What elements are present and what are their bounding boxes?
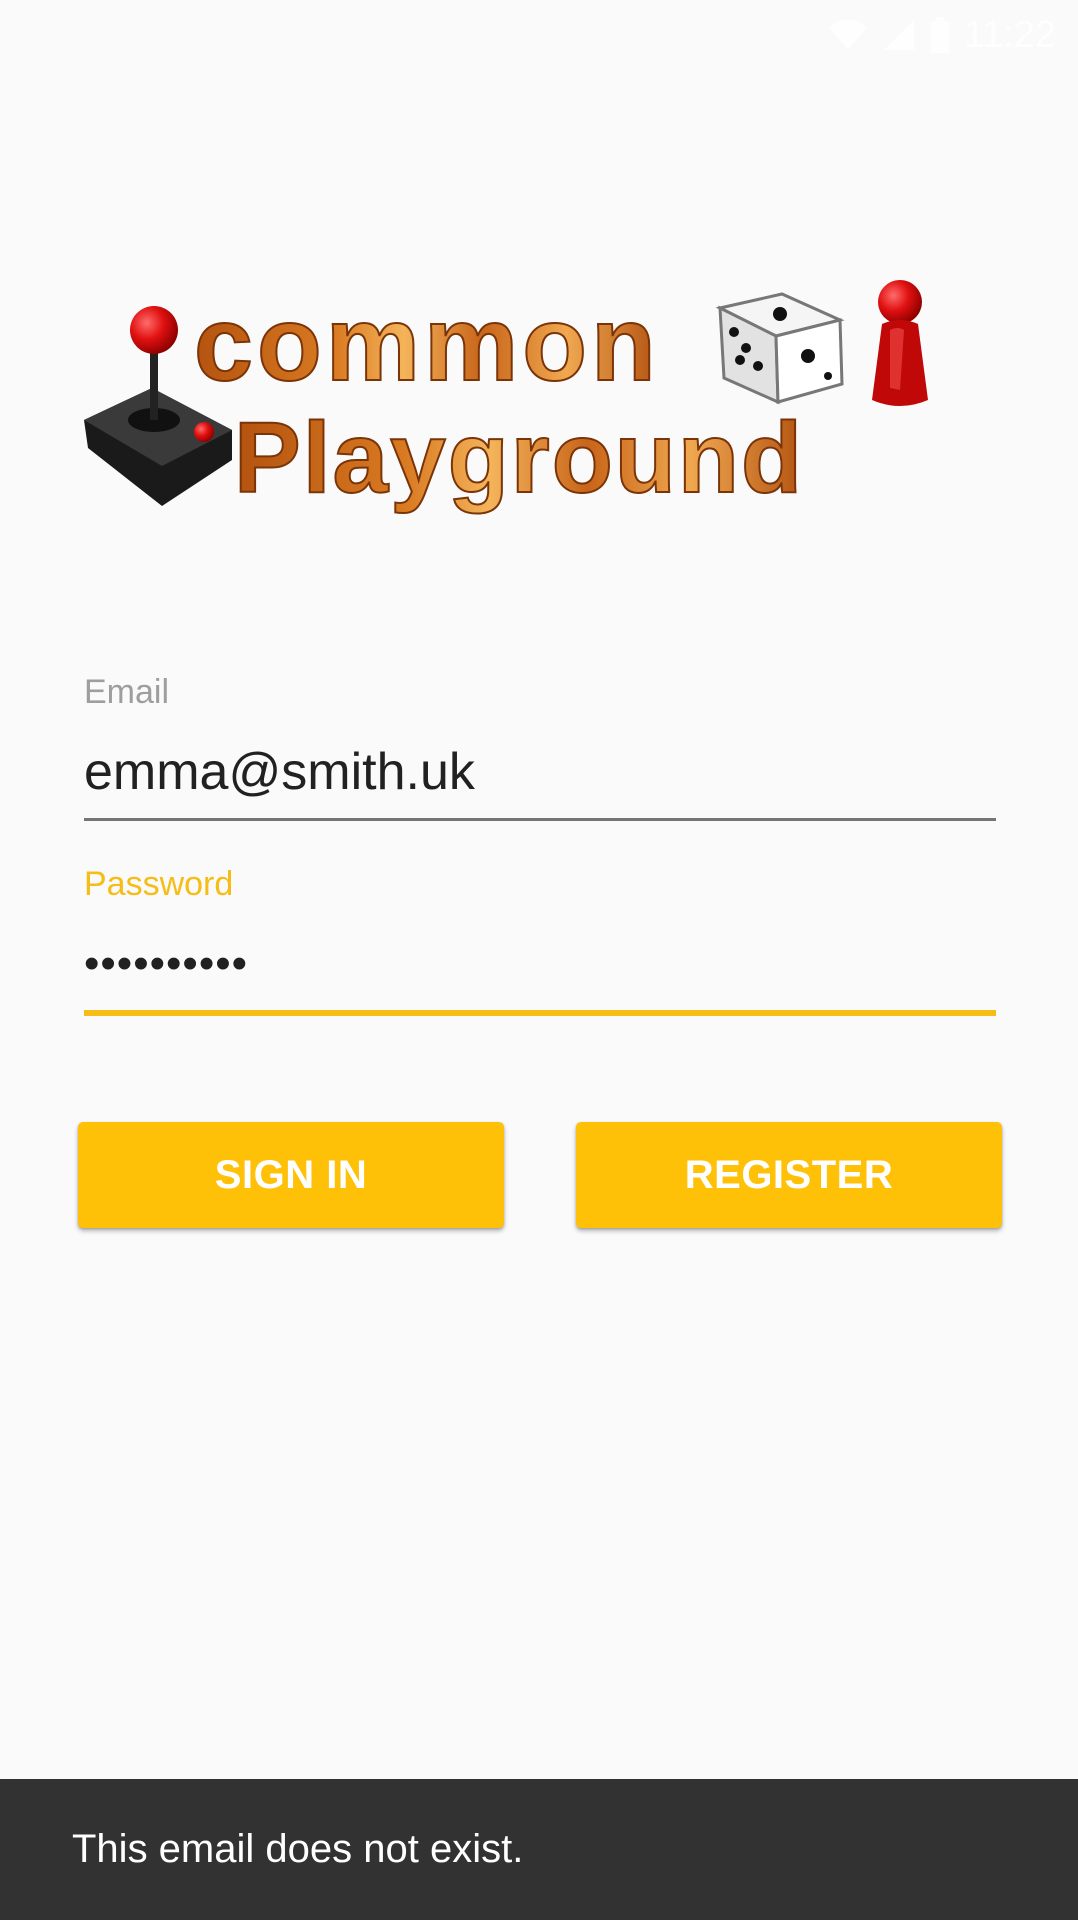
app-logo: common Playground [82,270,982,520]
email-field[interactable]: Email emma@smith.uk [84,672,996,821]
dice-icon [715,292,845,405]
status-icons: 11:22 [828,12,1056,58]
logo-text-line1: common [194,285,660,403]
sign-in-button[interactable]: SIGN IN [78,1122,504,1228]
signal-icon [882,18,916,52]
password-field[interactable]: Password •••••••••• [84,864,996,1016]
password-underline [84,1010,996,1016]
game-pawn-icon [872,280,928,406]
email-underline [84,818,996,821]
password-input[interactable]: •••••••••• [84,932,996,996]
logo-text-line2: Playground [234,402,804,514]
wifi-icon [828,18,868,52]
email-input[interactable]: emma@smith.uk [84,740,996,804]
snackbar-message: This email does not exist. [72,1827,524,1871]
status-time: 11:22 [963,13,1056,56]
register-button[interactable]: REGISTER [576,1122,1002,1228]
email-label: Email [84,673,170,711]
snackbar: This email does not exist. [0,1779,1078,1920]
password-label: Password [84,865,234,903]
battery-icon [930,17,950,53]
status-bar: 11:22 [0,0,1078,70]
